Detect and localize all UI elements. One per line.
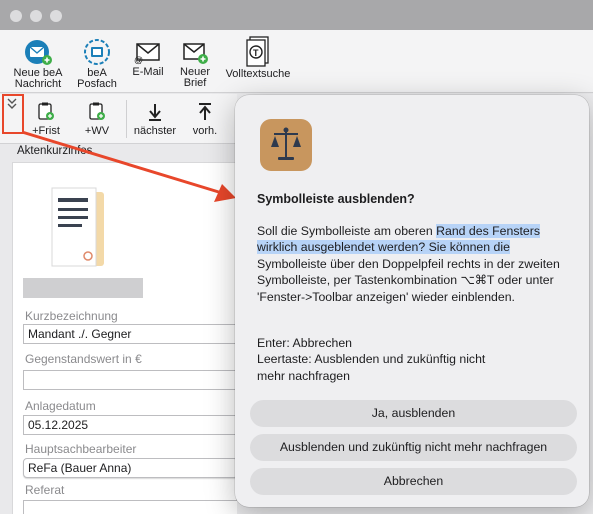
hide-toolbar-dialog: Symbolleiste ausblenden? Soll die Symbol… [235, 95, 589, 507]
app-icon [260, 119, 312, 171]
scales-of-justice-icon [271, 127, 301, 160]
hide-and-dont-ask-button[interactable]: Ausblenden und zukünftig nicht mehr nach… [250, 434, 577, 461]
dialog-message-start: Soll die Symbolleiste am oberen [257, 224, 437, 238]
cancel-button[interactable]: Abbrechen [250, 468, 577, 495]
dialog-message-end: Symbolleiste über den Doppelpfeil rechts… [257, 256, 560, 304]
dialog-message: Soll die Symbolleiste am oberen Rand des… [257, 223, 575, 305]
dialog-title: Symbolleiste ausblenden? [257, 192, 415, 206]
hide-button[interactable]: Ja, ausblenden [250, 400, 577, 427]
dialog-key-hint: Enter: Abbrechen Leertaste: Ausblenden u… [257, 336, 486, 383]
